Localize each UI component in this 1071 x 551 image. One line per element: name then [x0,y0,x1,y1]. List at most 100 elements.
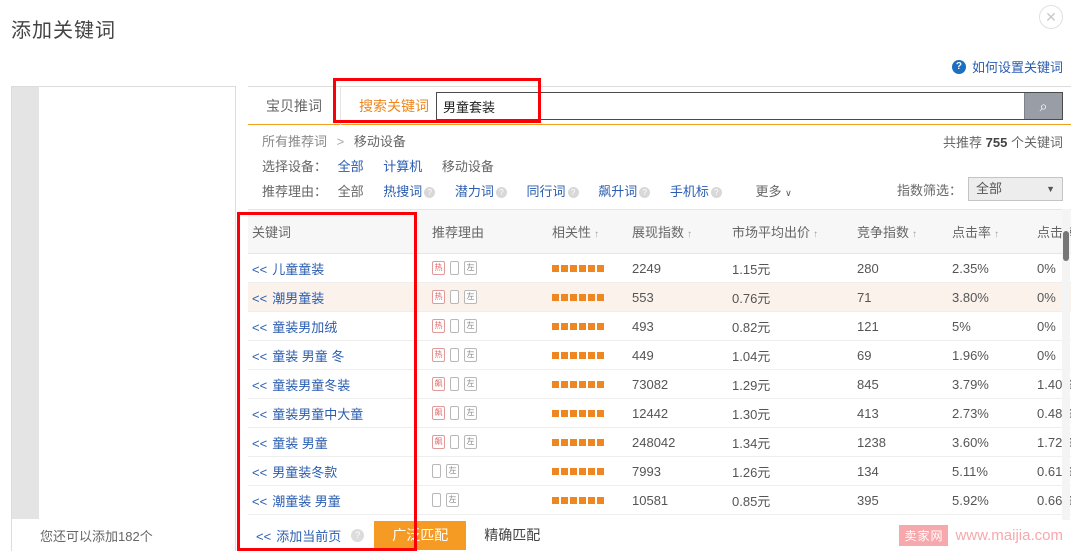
how-to-set-keywords-link[interactable]: 如何设置关键词 [972,57,1063,76]
sort-arrow-icon[interactable]: ↑ [813,229,818,240]
keyword-link[interactable]: << 男童装冬款 [252,465,337,480]
breadcrumb: 所有推荐词 > 移动设备 [262,132,406,152]
cell-keyword[interactable]: << 童装男加绒 [248,311,428,341]
sort-arrow-icon[interactable]: ↑ [912,229,917,240]
relevance-bar [552,409,624,417]
reason-option-peer[interactable]: 同行词? [527,184,579,199]
tab-item-recommend[interactable]: 宝贝推词 [248,86,341,125]
add-arrows-icon: << [256,529,272,544]
device-option-mobile[interactable]: 移动设备 [442,159,494,174]
search-input[interactable] [437,93,1024,119]
column-header-relevance[interactable]: 相关性 ↑ [548,209,628,254]
cell-keyword[interactable]: << 潮男童装 [248,282,428,312]
keyword-link[interactable]: << 童装 男童 冬 [252,349,344,364]
cell-reason-badges: 热左 [428,253,548,283]
cell-ctr: 2.35% [948,253,1033,283]
table-row[interactable]: << 儿童童装热左 2249 1.15元 280 2.35% 0% [248,253,1071,283]
table-row[interactable]: << 童装男加绒热左 493 0.82元 121 5% 0% [248,311,1071,341]
column-header-impressions[interactable]: 展现指数 ↑ [628,209,728,254]
relevance-segment [570,380,577,388]
cell-keyword[interactable]: << 童装 男童 冬 [248,340,428,370]
keyword-link[interactable]: << 潮童装 男童 [252,494,341,509]
relevance-segment [561,438,568,446]
cell-avg-bid: 0.82元 [728,311,853,341]
table-row[interactable]: << 童装 男童 冬热左 449 1.04元 69 1.96% 0% [248,340,1071,370]
relevance-segment [597,322,604,330]
column-header-competition[interactable]: 竞争指数 ↑ [853,209,948,254]
badge-group: 飙左 [432,406,544,420]
keyword-link[interactable]: << 童装 男童 [252,436,328,451]
relevance-segment [561,293,568,301]
broad-match-button[interactable]: 广泛匹配 [374,521,467,550]
search-icon[interactable]: ⌕ [1024,93,1062,119]
reason-option-mobile-tag[interactable]: 手机标? [670,184,722,199]
reason-option-potential[interactable]: 潜力词? [455,184,507,199]
relevance-segment [579,467,586,475]
column-header-keyword: 关键词 [248,209,428,254]
exact-match-button[interactable]: 精确匹配 [466,521,559,550]
table-row[interactable]: << 童装男童中大童飙左 12442 1.30元 413 2.73% 0.48% [248,398,1071,428]
help-icon-add[interactable]: ? [351,529,365,542]
keyword-label: 潮男童装 [272,290,325,306]
cell-keyword[interactable]: << 潮童装 男童 [248,485,428,515]
more-toggle[interactable]: 更多 ∨ [755,184,791,199]
device-option-all[interactable]: 全部 [338,159,364,174]
keyword-link[interactable]: << 童装男加绒 [252,320,337,335]
keyword-link[interactable]: << 潮男童装 [252,291,324,306]
badge-group: 热左 [432,348,544,362]
scrollbar-thumb[interactable] [1063,231,1069,261]
reason-option-hot[interactable]: 热搜词? [383,184,436,199]
breadcrumb-root[interactable]: 所有推荐词 [262,134,327,149]
help-icon-potential[interactable]: ? [495,187,507,198]
add-arrows-icon: << [252,319,268,335]
cell-impressions: 449 [628,340,728,370]
close-icon[interactable]: ✕ [1039,5,1063,29]
index-filter-select[interactable]: 全部 ▼ [968,177,1063,201]
column-header-avg-bid[interactable]: 市场平均出价 ↑ [728,209,853,254]
add-current-page-button[interactable]: << 添加当前页 [256,526,341,545]
help-icon-peer[interactable]: ? [567,187,579,198]
device-option-pc[interactable]: 计算机 [383,159,422,174]
column-header-ctr[interactable]: 点击率 ↑ [948,209,1033,254]
cell-keyword[interactable]: << 童装男童中大童 [248,398,428,428]
table-row[interactable]: << 男童装冬款左 7993 1.26元 134 5.11% 0.61% [248,456,1071,486]
cell-ctr: 3.60% [948,427,1033,457]
help-icon-mobile-tag[interactable]: ? [710,187,722,198]
panel-side-strip [12,87,39,533]
cell-reason-badges: 热左 [428,282,548,312]
cell-reason-badges: 左 [428,456,548,486]
remaining-quota-text: 您还可以添加182个 [40,529,153,544]
relevance-segment [597,293,604,301]
mobile-tag-icon [450,406,459,420]
keyword-link[interactable]: << 儿童童装 [252,262,324,277]
cell-keyword[interactable]: << 童装男童冬装 [248,369,428,399]
table-row[interactable]: << 童装 男童飙左 248042 1.34元 1238 3.60% 1.72% [248,427,1071,457]
sort-arrow-icon[interactable]: ↑ [687,229,692,240]
left-position-icon: 左 [446,464,459,478]
tab-search-keyword[interactable]: 搜索关键词 [341,87,447,125]
relevance-segment [588,409,595,417]
cell-keyword[interactable]: << 童装 男童 [248,427,428,457]
keyword-link[interactable]: << 童装男童冬装 [252,378,350,393]
help-icon-hot[interactable]: ? [424,187,436,198]
cell-keyword[interactable]: << 儿童童装 [248,253,428,283]
cell-keyword[interactable]: << 男童装冬款 [248,456,428,486]
sort-arrow-icon[interactable]: ↑ [994,229,999,240]
relevance-segment [561,496,568,504]
cell-ctr: 5.92% [948,485,1033,515]
reason-option-rising[interactable]: 飙升词? [598,184,651,199]
cell-relevance [548,253,628,283]
table-row[interactable]: << 潮童装 男童左 10581 0.85元 395 5.92% 0.66% [248,485,1071,515]
reason-option-all[interactable]: 全部 [338,184,364,199]
cell-reason-badges: 飙左 [428,398,548,428]
help-icon-rising[interactable]: ? [639,187,651,198]
hot-word-icon: 热 [432,348,445,362]
table-row[interactable]: << 潮男童装热左 553 0.76元 71 3.80% 0% [248,282,1071,312]
table-scrollbar[interactable] [1062,209,1070,520]
left-position-icon: 左 [464,290,477,304]
sort-arrow-icon[interactable]: ↑ [594,229,599,240]
keyword-link[interactable]: << 童装男童中大童 [252,407,363,422]
table-row[interactable]: << 童装男童冬装飙左 73082 1.29元 845 3.79% 1.40% [248,369,1071,399]
reason-option-rising-label: 飙升词 [598,184,638,199]
relevance-segment [561,351,568,359]
